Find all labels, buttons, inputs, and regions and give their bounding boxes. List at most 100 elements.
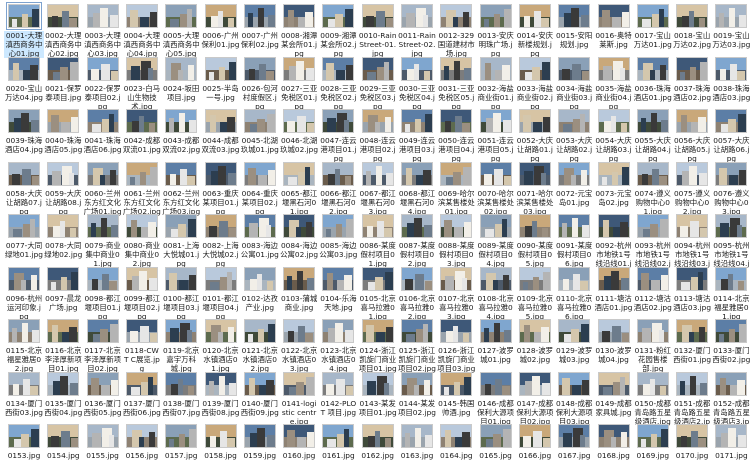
file-tile[interactable]: 0049-连云港项目03.jpg bbox=[397, 107, 437, 163]
file-tile[interactable]: 0019-宝山万达03.jpg bbox=[711, 2, 750, 49]
file-tile[interactable]: 0161.jpg bbox=[318, 422, 358, 460]
file-tile[interactable]: 0109-北京喜马拉雅05.jpg bbox=[515, 265, 555, 321]
file-tile[interactable]: 0043-成都双流02.jpg bbox=[161, 107, 201, 154]
file-tile[interactable]: 0053-大庆让胡路02.jpg bbox=[554, 107, 594, 163]
file-tile[interactable]: 0057-大庆让胡路06.jpg bbox=[711, 107, 750, 163]
file-tile[interactable]: 0170.jpg bbox=[672, 422, 712, 460]
file-tile[interactable]: 0084-海边公寓02.jpg bbox=[279, 212, 319, 259]
file-tile[interactable]: 0044-成都双流03.jpg bbox=[201, 107, 241, 154]
file-tile[interactable]: 0008-湘潭某会所01.jpg bbox=[279, 2, 319, 58]
file-tile[interactable]: 0118-CWT C展览.jpg bbox=[122, 317, 162, 373]
file-tile[interactable]: 0163.jpg bbox=[397, 422, 437, 460]
file-tile[interactable]: 0150-成都青岛路五星级酒店.jpg bbox=[633, 370, 673, 426]
file-tile[interactable]: 0103-蒲城商业.jpg bbox=[279, 265, 319, 312]
file-tile[interactable]: 0132-厦门西街01.jpg bbox=[672, 317, 712, 364]
file-tile[interactable]: 0142-PLOT 项目.jpg bbox=[318, 370, 358, 417]
file-tile[interactable]: 0155.jpg bbox=[83, 422, 123, 460]
file-tile[interactable]: 0069-哈尔滨某售楼处01.jpg bbox=[436, 160, 476, 216]
file-tile[interactable]: 0076-遵义购物中心03.jpg bbox=[711, 160, 750, 216]
file-tile[interactable]: 0106-北京喜马拉雅02.jpg bbox=[397, 265, 437, 321]
file-tile[interactable]: 0077-大同绿地01.jpg bbox=[4, 212, 44, 259]
file-tile[interactable]: 0089-某度假村项目04.jpg bbox=[476, 212, 516, 268]
file-tile[interactable]: 0028-三亚免税区02.jpg bbox=[318, 55, 358, 111]
file-tile[interactable]: 0010-Rain Street-01.jpg bbox=[358, 2, 398, 58]
file-tile[interactable]: 0041-珠海酒店06.jpg bbox=[83, 107, 123, 154]
file-tile[interactable]: 0037-珠海酒店02.jpg bbox=[672, 55, 712, 102]
file-tile[interactable]: 0011-Rain Street-02.jpg bbox=[397, 2, 437, 58]
file-tile[interactable]: 0141-logistic centre.jpg bbox=[279, 370, 319, 426]
file-tile[interactable]: 0126-浙江凯旋门商业项目03.jpg bbox=[436, 317, 476, 373]
file-tile[interactable]: 0048-连云港项目02.jpg bbox=[358, 107, 398, 163]
file-tile[interactable]: 0125-浙江凯旋门商业项目02.jpg bbox=[397, 317, 437, 373]
file-tile[interactable]: 0167.jpg bbox=[554, 422, 594, 460]
file-tile[interactable]: 0015-安阳规划.jpg bbox=[554, 2, 594, 49]
file-tile[interactable]: 0119-北京嘉宇万科城.jpg bbox=[161, 317, 201, 373]
file-tile[interactable]: 0012-329国道建材市场.jpg bbox=[436, 2, 476, 58]
file-tile[interactable]: 0166.jpg bbox=[515, 422, 555, 460]
file-tile[interactable]: 0013-安庆明珠广场.jpg bbox=[476, 2, 516, 58]
file-tile[interactable]: 0121-北京水镇酒店02.jpg bbox=[240, 317, 280, 373]
file-tile[interactable]: 0059-大庆让胡路08.jpg bbox=[43, 160, 83, 216]
file-tile[interactable]: 0091-某度假村项目06.jpg bbox=[554, 212, 594, 268]
file-tile[interactable]: 0159.jpg bbox=[240, 422, 280, 460]
file-tile[interactable]: 0087-某度假村项目02.jpg bbox=[397, 212, 437, 268]
file-tile[interactable]: 0105-北京喜马拉雅01.jpg bbox=[358, 265, 398, 321]
file-tile[interactable]: 0122-北京水镇酒店03.jpg bbox=[279, 317, 319, 373]
file-tile[interactable]: 0042-成都双流01.jpg bbox=[122, 107, 162, 154]
file-tile[interactable]: 0154.jpg bbox=[43, 422, 83, 460]
file-tile[interactable]: 0144-某发项目02.jpg bbox=[397, 370, 437, 417]
file-tile[interactable]: 0169.jpg bbox=[633, 422, 673, 460]
file-tile[interactable]: 0135-厦门西街04.jpg bbox=[43, 370, 83, 417]
file-tile[interactable]: 0067-都江堰黑石河03.jpg bbox=[358, 160, 398, 216]
file-tile[interactable]: 0062-兰州东方红文化广场03.jpg bbox=[161, 160, 201, 216]
file-tile[interactable]: 0005-大理滇西商务中心05.jpg bbox=[161, 2, 201, 58]
file-tile[interactable]: 0086-某度假村项目01.jpg bbox=[358, 212, 398, 268]
file-tile[interactable]: 0115-北京福星雅居02.jpg bbox=[4, 317, 44, 373]
file-tile[interactable]: 0066-都江堰黑石河02.jpg bbox=[318, 160, 358, 216]
file-tile[interactable]: 0040-珠海酒店05.jpg bbox=[43, 107, 83, 154]
file-tile[interactable]: 0083-海边公寓01.jpg bbox=[240, 212, 280, 259]
file-tile[interactable]: 0097-晨龙广场.jpg bbox=[43, 265, 83, 312]
file-tile[interactable]: 0120-北京水镇酒店01.jpg bbox=[201, 317, 241, 373]
file-tile[interactable]: 0032-海盐商业街01.jpg bbox=[476, 55, 516, 111]
file-tile[interactable]: 0129-波罗城03.jpg bbox=[554, 317, 594, 364]
file-tile[interactable]: 0068-都江堰黑石河04.jpg bbox=[397, 160, 437, 216]
file-tile[interactable]: 0153.jpg bbox=[4, 422, 44, 460]
file-tile[interactable]: 0171.jpg bbox=[711, 422, 750, 460]
file-tile[interactable]: 0148-成都保利大源项目03.jpg bbox=[554, 370, 594, 426]
file-tile[interactable]: 0131-粉红花园售楼部.jpg bbox=[633, 317, 673, 373]
file-tile[interactable]: 0052-大庆让胡路01.jpg bbox=[515, 107, 555, 163]
file-tile[interactable]: 0090-某度假村项目05.jpg bbox=[515, 212, 555, 268]
file-tile[interactable]: 0038-珠海酒店03.jpg bbox=[711, 55, 750, 102]
file-tile[interactable]: 0133-厦门西街02.jpg bbox=[711, 317, 750, 364]
file-tile[interactable]: 0157.jpg bbox=[161, 422, 201, 460]
file-tile[interactable]: 0113-塘沽酒店03.jpg bbox=[672, 265, 712, 312]
file-tile[interactable]: 0134-厦门西街03.jpg bbox=[4, 370, 44, 417]
file-tile[interactable]: 0034-海盐商业街03.jpg bbox=[554, 55, 594, 111]
file-tile[interactable]: 0136-厦门西街05.jpg bbox=[83, 370, 123, 417]
file-tile[interactable]: 0117-北京李泽厚新项目02.jpg bbox=[83, 317, 123, 373]
file-tile[interactable]: 0035-海盐商业街04.jpg bbox=[594, 55, 634, 111]
file-tile[interactable]: 0082-上海大悦城02.jpg bbox=[201, 212, 241, 268]
file-tile[interactable]: 0160.jpg bbox=[279, 422, 319, 460]
file-tile[interactable]: 0139-厦门西街08.jpg bbox=[201, 370, 241, 417]
file-tile[interactable]: 0046-北湖玖城02.jpg bbox=[279, 107, 319, 154]
file-tile[interactable]: 0003-大理滇西商务中心03.jpg bbox=[83, 2, 123, 58]
file-tile[interactable]: 0033-海盐商业街02.jpg bbox=[515, 55, 555, 111]
file-tile[interactable]: 0114-北京福星雅居01.jpg bbox=[711, 265, 750, 321]
file-tile[interactable]: 0036-珠海酒店01.jpg bbox=[633, 55, 673, 102]
file-tile[interactable]: 0098-都江堰项目01.jpg bbox=[83, 265, 123, 321]
file-tile[interactable]: 0023-白马山生物技术.jpg bbox=[122, 55, 162, 111]
file-tile[interactable]: 0004-大理滇西商务中心04.jpg bbox=[122, 2, 162, 58]
file-tile[interactable]: 0123-北京水镇酒店04.jpg bbox=[318, 317, 358, 373]
file-tile[interactable]: 0080-商业集中商业02.jpg bbox=[122, 212, 162, 268]
file-tile[interactable]: 0058-大庆让胡路07.jpg bbox=[4, 160, 44, 216]
file-tile[interactable]: 0128-波罗城02.jpg bbox=[515, 317, 555, 364]
file-tile[interactable]: 0027-三亚免税区01.jpg bbox=[279, 55, 319, 111]
file-tile[interactable]: 0078-大同绿地02.jpg bbox=[43, 212, 83, 259]
file-tile[interactable]: 0007-广州保利02.jpg bbox=[240, 2, 280, 49]
file-tile[interactable]: 0116-北京李泽厚新项目01.jpg bbox=[43, 317, 83, 373]
file-tile[interactable]: 0029-三亚免税区03.jpg bbox=[358, 55, 398, 111]
file-tile[interactable]: 0073-元宝岛02.jpg bbox=[594, 160, 634, 207]
file-tile[interactable]: 0130-波罗城04.jpg bbox=[594, 317, 634, 364]
